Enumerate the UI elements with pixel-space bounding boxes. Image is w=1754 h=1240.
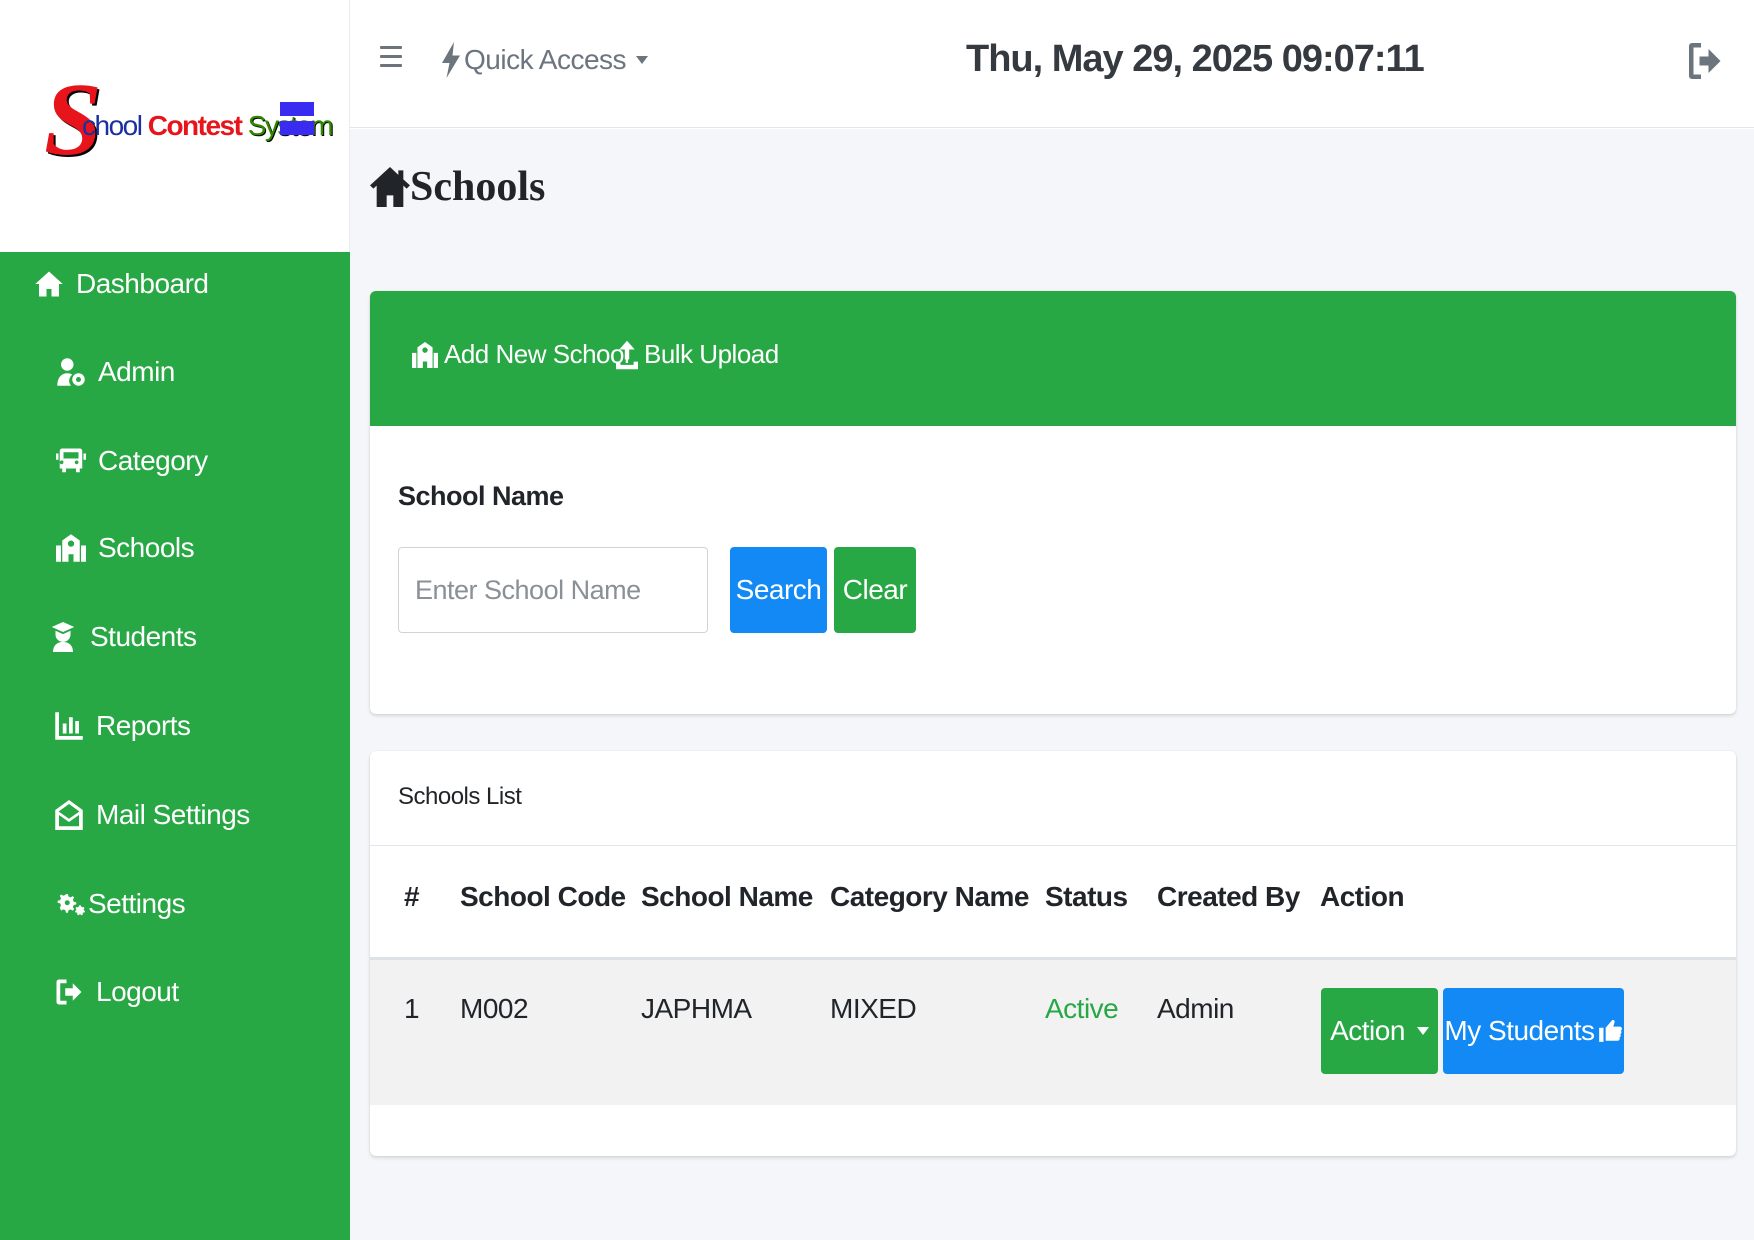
add-new-school-label: Add New School xyxy=(444,339,630,369)
sidebar-item-label: Admin xyxy=(98,356,175,387)
column-header-school-name: School Name xyxy=(641,881,813,912)
app-logo[interactable]: S chool Contest System xyxy=(44,68,334,178)
brand-area: S chool Contest System xyxy=(0,0,350,252)
sidebar-item-schools[interactable]: Schools xyxy=(56,532,195,564)
sidebar-item-label: Category xyxy=(98,445,208,476)
cell-status: Active xyxy=(1045,993,1119,1024)
clear-button[interactable]: Clear xyxy=(834,547,916,633)
row-action-label: Action xyxy=(1330,1015,1405,1046)
sidebar-item-label: Students xyxy=(90,621,197,652)
schools-list-title: Schools List xyxy=(398,783,522,810)
chevron-down-icon xyxy=(636,56,649,64)
menu-toggle-icon[interactable] xyxy=(380,46,402,68)
sidebar-item-label: Dashboard xyxy=(76,268,209,299)
my-students-label: My Students xyxy=(1444,1015,1595,1046)
school-name-input[interactable] xyxy=(398,547,708,633)
cell-school-code: M002 xyxy=(460,993,529,1024)
logo-word-1: chool xyxy=(82,110,143,141)
logout-button[interactable] xyxy=(1686,40,1726,84)
bulk-upload-label: Bulk Upload xyxy=(644,339,779,369)
page-title: Schools xyxy=(370,163,545,211)
sidebar-item-logout[interactable]: Logout xyxy=(54,976,179,1008)
sidebar-item-students[interactable]: Students xyxy=(48,621,197,653)
sidebar-item-label: Reports xyxy=(96,710,191,741)
my-students-button[interactable]: My Students xyxy=(1443,988,1624,1074)
page-title-text: Schools xyxy=(410,164,546,210)
envelope-open-icon xyxy=(54,800,84,830)
column-header-index: # xyxy=(404,881,420,912)
hand-pointer-icon xyxy=(1598,1019,1622,1042)
logo-flag-icon xyxy=(280,102,314,140)
cell-category-name: MIXED xyxy=(830,993,917,1024)
cell-school-name: JAPHMA xyxy=(641,993,752,1024)
column-header-school-code: School Code xyxy=(460,881,626,912)
schools-list-card: Schools List # School Code School Name C… xyxy=(370,751,1736,1156)
graduate-icon xyxy=(48,622,78,652)
chevron-down-icon xyxy=(1416,1027,1429,1035)
column-header-created-by: Created By xyxy=(1157,881,1300,912)
top-bar: Quick Access Thu, May 29, 2025 09:07:11 xyxy=(350,0,1754,128)
sidebar-nav: Dashboard Admin Category Schools Student… xyxy=(0,252,350,1240)
column-header-status: Status xyxy=(1045,881,1128,912)
sidebar-item-label: Settings xyxy=(88,888,186,919)
sidebar-item-mail-settings[interactable]: Mail Settings xyxy=(54,799,250,831)
user-gear-icon xyxy=(56,357,86,387)
sidebar-item-label: Schools xyxy=(98,532,195,563)
row-action-dropdown[interactable]: Action xyxy=(1321,988,1438,1074)
home-icon xyxy=(34,269,64,299)
bulk-upload-button[interactable]: Bulk Upload xyxy=(616,339,779,370)
school-building-icon xyxy=(56,533,86,563)
column-header-category-name: Category Name xyxy=(830,881,1029,912)
sidebar-item-category[interactable]: Category xyxy=(56,445,208,477)
datetime-display: Thu, May 29, 2025 09:07:11 xyxy=(966,38,1425,80)
school-building-icon xyxy=(412,341,438,368)
home-icon xyxy=(370,167,410,207)
sidebar-item-label: Logout xyxy=(96,976,179,1007)
school-bus-icon xyxy=(56,446,86,476)
quick-access-label: Quick Access xyxy=(464,44,627,75)
cell-created-by: Admin xyxy=(1157,993,1234,1024)
upload-icon xyxy=(616,340,638,369)
bar-chart-icon xyxy=(54,711,84,741)
sidebar-item-label: Mail Settings xyxy=(96,799,250,830)
card-toolbar: Add New School Bulk Upload xyxy=(370,291,1736,426)
bolt-icon xyxy=(442,42,460,78)
sidebar-item-reports[interactable]: Reports xyxy=(54,710,191,742)
sidebar-item-settings[interactable]: Settings xyxy=(56,888,186,920)
gears-icon xyxy=(56,889,86,919)
sign-out-icon xyxy=(1689,43,1721,79)
sidebar-item-dashboard[interactable]: Dashboard xyxy=(34,268,209,300)
column-header-action: Action xyxy=(1320,881,1405,912)
divider xyxy=(370,845,1736,846)
school-name-label: School Name xyxy=(398,481,564,511)
search-button[interactable]: Search xyxy=(730,547,827,633)
sign-out-icon xyxy=(54,977,84,1007)
main-content: Schools Add New School Bulk Upload Schoo… xyxy=(350,129,1754,1240)
cell-index: 1 xyxy=(404,993,420,1024)
sidebar: S chool Contest System Dashboard Admin C… xyxy=(0,0,350,1240)
sidebar-item-admin[interactable]: Admin xyxy=(56,356,175,388)
search-card: Add New School Bulk Upload School Name S… xyxy=(370,291,1736,714)
logo-word-2: Contest xyxy=(147,110,243,141)
quick-access-dropdown[interactable]: Quick Access xyxy=(442,42,649,78)
add-new-school-button[interactable]: Add New School xyxy=(412,339,630,370)
